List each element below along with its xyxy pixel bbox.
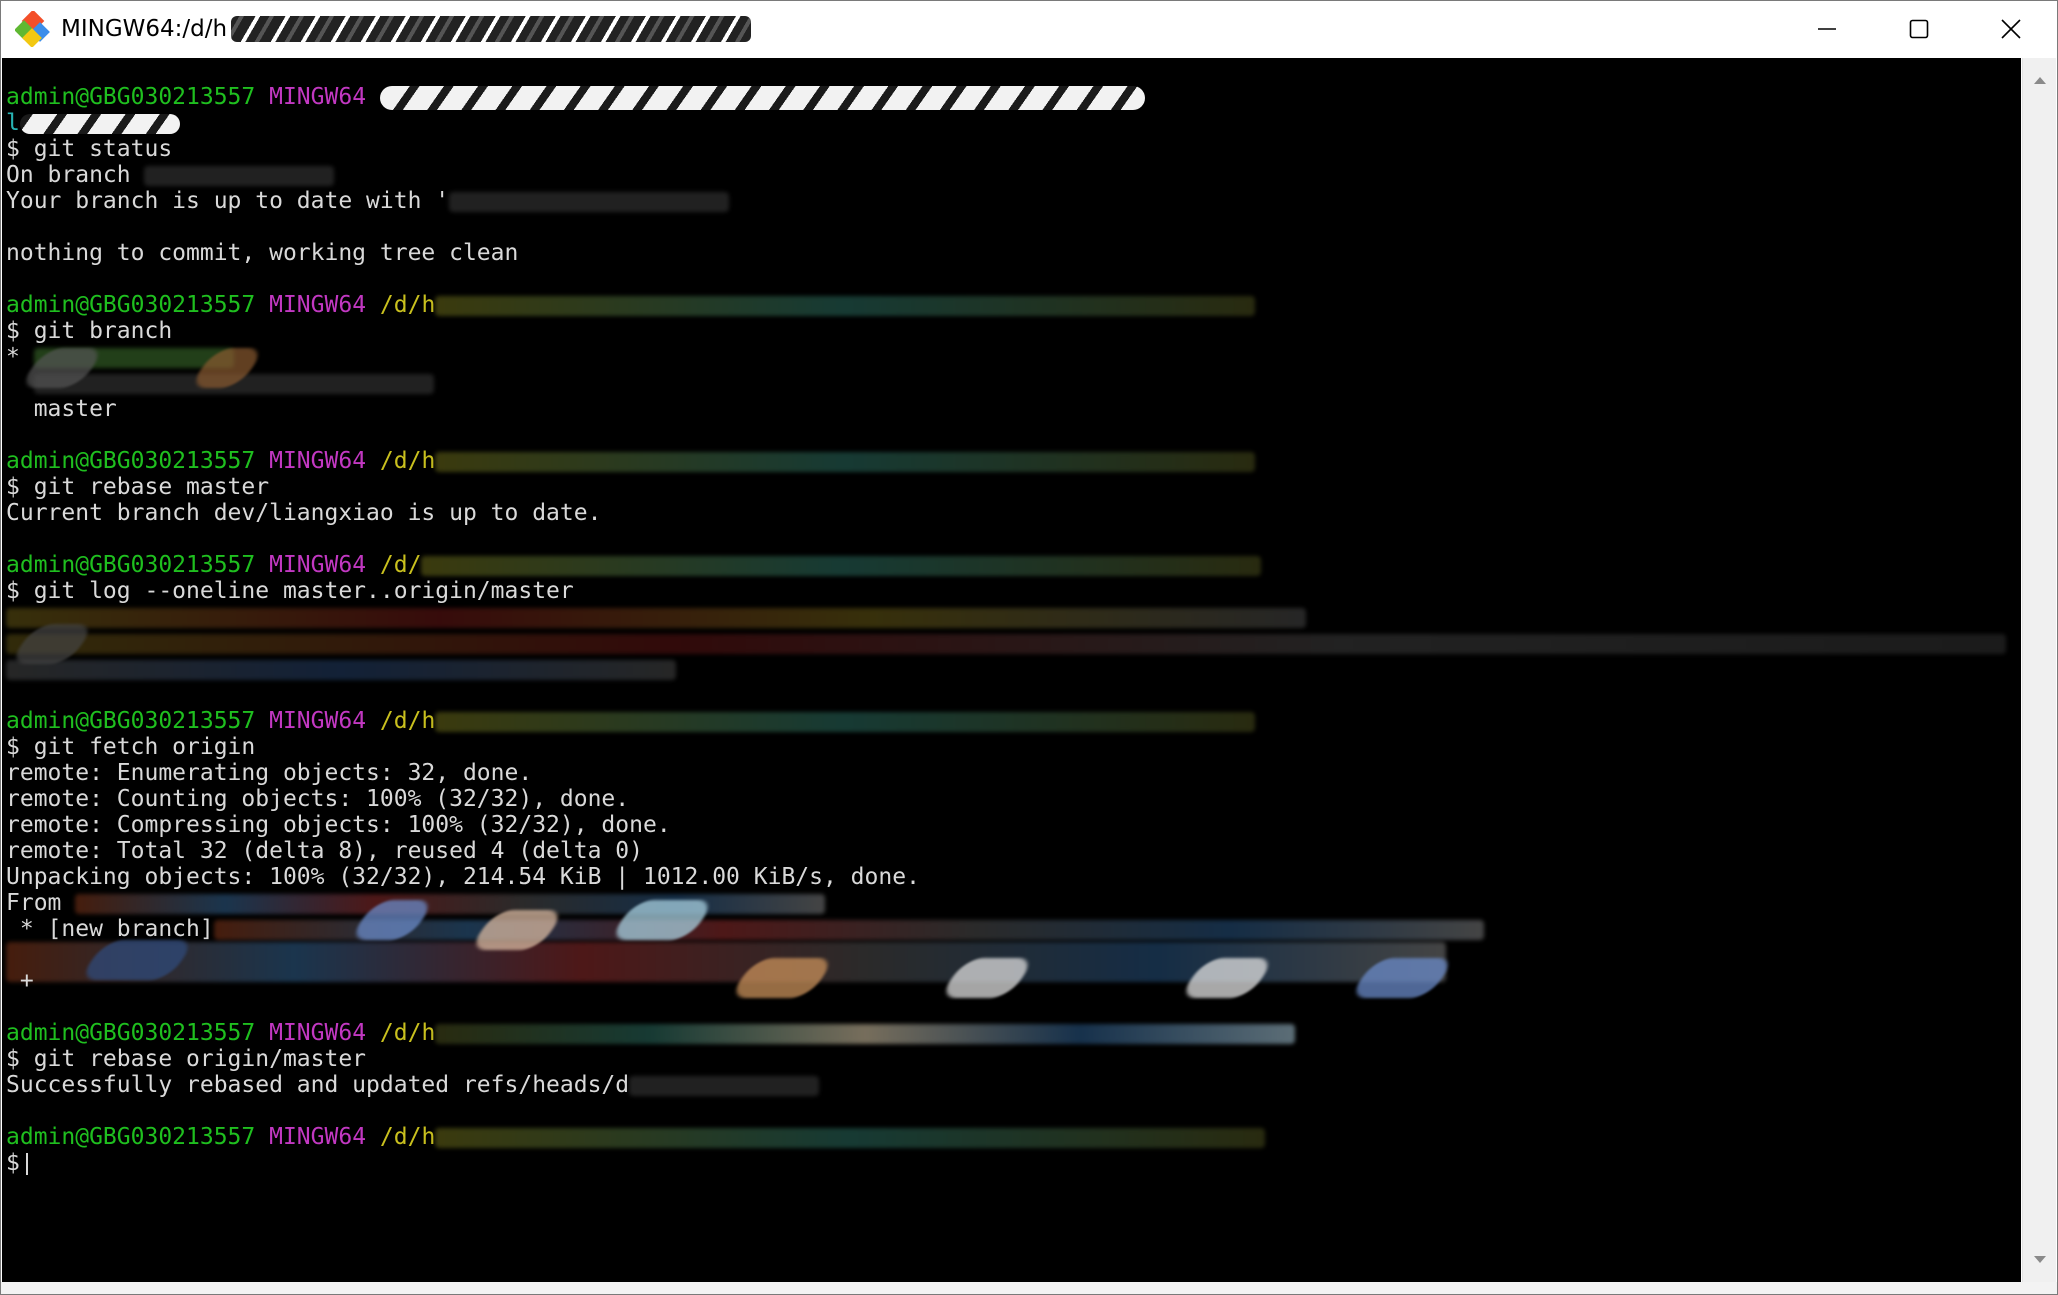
window-title: MINGW64:/d/h xyxy=(61,15,752,43)
branch-master: master xyxy=(6,396,117,422)
prompt-path: /d/h xyxy=(379,708,436,734)
output-line: remote: Total 32 (delta 8), reused 4 (de… xyxy=(6,838,643,864)
prompt-path: /d/ xyxy=(379,552,422,578)
log-line xyxy=(6,604,1306,630)
output-text: Successfully rebased and updated refs/he… xyxy=(6,1072,630,1098)
prompt-line: admin@GBG030213557 MINGW64 /d/h xyxy=(6,448,1256,474)
redacted-branch xyxy=(629,1075,820,1096)
chevron-up-icon xyxy=(2033,77,2046,84)
window-title-text: MINGW64:/d/h xyxy=(61,15,228,42)
window-controls xyxy=(1781,1,2057,57)
output-line: remote: Enumerating objects: 32, done. xyxy=(6,760,533,786)
git-icon xyxy=(15,11,51,47)
redacted-path xyxy=(435,1023,1296,1044)
prompt-user-host: admin@GBG030213557 xyxy=(6,292,256,318)
chevron-down-icon xyxy=(2033,1256,2046,1263)
prompt-shell: MINGW64 xyxy=(269,448,367,474)
minimize-button[interactable] xyxy=(1781,1,1873,57)
output-line: + xyxy=(6,968,34,994)
output-line: On branch xyxy=(6,162,335,188)
prompt-user-host: admin@GBG030213557 xyxy=(6,708,256,734)
redacted-path xyxy=(435,295,1256,316)
title-bar[interactable]: MINGW64:/d/h xyxy=(1,1,2057,57)
prompt-user-host: admin@GBG030213557 xyxy=(6,1124,256,1150)
output-line: Successfully rebased and updated refs/he… xyxy=(6,1072,820,1098)
output-text: From xyxy=(6,890,62,916)
prompt-path: /d/h xyxy=(379,292,436,318)
current-branch-marker: * xyxy=(6,344,20,370)
prompt-user-host: admin@GBG030213557 xyxy=(6,84,256,110)
terminal-output[interactable]: admin@GBG030213557 MINGW64 l $ git statu… xyxy=(2,58,2021,1282)
output-text: Your branch is up to date with ' xyxy=(6,188,450,214)
prompt-line: admin@GBG030213557 MINGW64 /d/h xyxy=(6,1020,1296,1046)
prompt-path: /d/h xyxy=(379,448,436,474)
redacted-text xyxy=(449,191,730,212)
redacted-commit xyxy=(6,633,2006,654)
redacted-text xyxy=(144,165,335,186)
text-cursor xyxy=(25,1152,28,1175)
prompt-shell: MINGW64 xyxy=(269,84,367,110)
prompt-shell: MINGW64 xyxy=(269,708,367,734)
command-line: $ git status xyxy=(6,136,173,162)
redacted-remote xyxy=(75,893,826,914)
command-line: $ git fetch origin xyxy=(6,734,256,760)
log-line xyxy=(6,656,676,682)
maximize-button[interactable] xyxy=(1873,1,1965,57)
output-line: Unpacking objects: 100% (32/32), 214.54 … xyxy=(6,864,920,890)
prompt-user-host: admin@GBG030213557 xyxy=(6,448,256,474)
output-line: remote: Counting objects: 100% (32/32), … xyxy=(6,786,630,812)
terminal-window: MINGW64:/d/h admin@GBG030213557 MINGW64 … xyxy=(0,0,2058,1295)
redacted-line: l xyxy=(6,110,180,136)
command-line: $ git branch xyxy=(6,318,173,344)
scroll-up-button[interactable] xyxy=(2023,66,2056,94)
output-text: On branch xyxy=(6,162,131,188)
redacted-commit xyxy=(6,659,676,680)
prompt-user-host: admin@GBG030213557 xyxy=(6,552,256,578)
log-line xyxy=(6,630,2006,656)
prompt-shell: MINGW64 xyxy=(269,1020,367,1046)
redacted-commit xyxy=(6,607,1306,628)
output-line: Current branch dev/liangxiao is up to da… xyxy=(6,500,602,526)
prompt-line: admin@GBG030213557 MINGW64 /d/h xyxy=(6,292,1256,318)
prompt-path: /d/h xyxy=(379,1020,436,1046)
redacted-branch xyxy=(19,113,180,134)
output-line: nothing to commit, working tree clean xyxy=(6,240,519,266)
input-line[interactable]: $ xyxy=(6,1150,28,1176)
scroll-down-button[interactable] xyxy=(2023,1246,2056,1274)
prompt-line: admin@GBG030213557 MINGW64 /d/h xyxy=(6,708,1256,734)
vertical-scrollbar[interactable] xyxy=(2022,58,2056,1282)
redacted-path xyxy=(421,555,1262,576)
output-text: * [new branch] xyxy=(6,916,214,942)
prompt-path: /d/h xyxy=(379,1124,436,1150)
redacted-path xyxy=(435,1127,1266,1148)
prompt-line: admin@GBG030213557 MINGW64 /d/ xyxy=(6,552,1262,578)
window-bottom-edge xyxy=(1,1282,2057,1294)
redacted-path xyxy=(379,85,1145,110)
close-icon xyxy=(2001,19,2021,39)
command-line: $ git rebase master xyxy=(6,474,270,500)
prompt-shell: MINGW64 xyxy=(269,552,367,578)
input-prompt-symbol: $ xyxy=(6,1150,20,1176)
redacted-path xyxy=(435,451,1256,472)
redacted-path xyxy=(435,711,1256,732)
close-button[interactable] xyxy=(1965,1,2057,57)
prompt-user-host: admin@GBG030213557 xyxy=(6,1020,256,1046)
prompt-shell: MINGW64 xyxy=(269,292,367,318)
prompt-line: admin@GBG030213557 MINGW64 xyxy=(6,84,1145,110)
redacted-title-path xyxy=(231,16,752,43)
command-line: $ git log --oneline master..origin/maste… xyxy=(6,578,574,604)
maximize-icon xyxy=(1909,19,1929,39)
output-line: remote: Compressing objects: 100% (32/32… xyxy=(6,812,671,838)
command-line: $ git rebase origin/master xyxy=(6,1046,367,1072)
output-line: Your branch is up to date with ' xyxy=(6,188,730,214)
prompt-shell: MINGW64 xyxy=(269,1124,367,1150)
output-line: * [new branch] xyxy=(6,916,1484,942)
minimize-icon xyxy=(1818,28,1836,30)
prompt-line: admin@GBG030213557 MINGW64 /d/h xyxy=(6,1124,1266,1150)
